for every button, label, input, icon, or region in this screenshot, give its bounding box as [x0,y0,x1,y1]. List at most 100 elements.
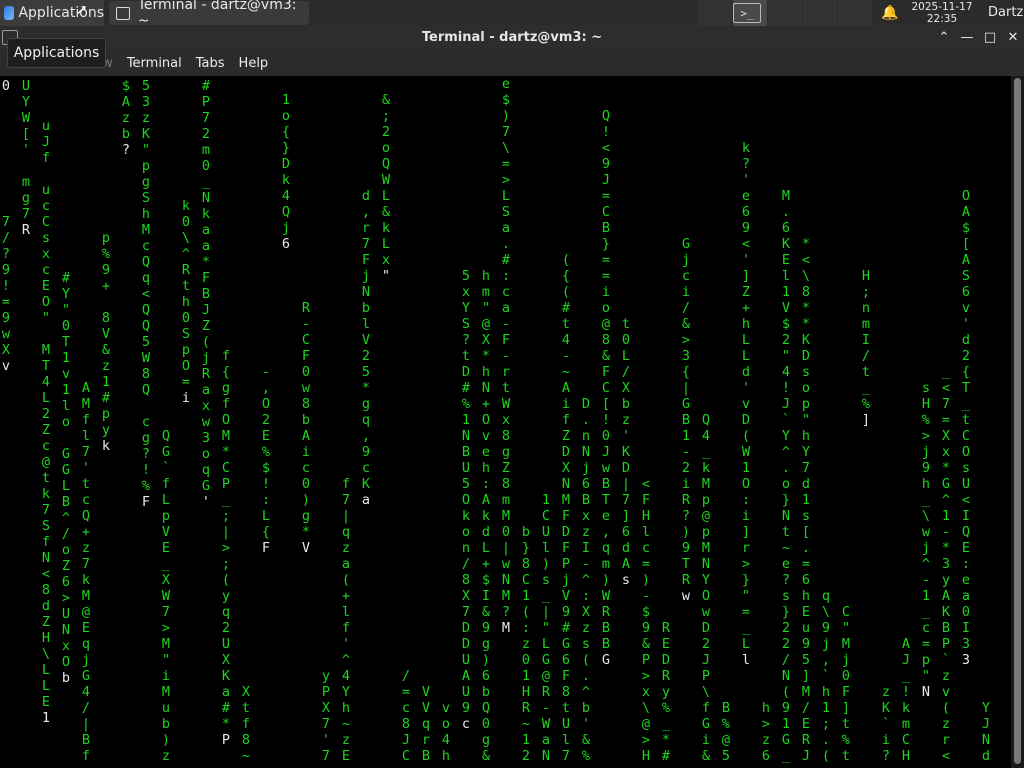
matrix-glyph: L [41,390,51,406]
window-maximize-button[interactable]: □ [981,29,999,47]
matrix-glyph: S [501,204,511,220]
matrix-glyph: 2 [681,460,691,476]
matrix-glyph: u [41,118,51,134]
matrix-glyph: v [61,366,71,382]
window-close-button[interactable]: ✕ [1004,29,1022,47]
matrix-glyph: < [941,380,951,396]
matrix-glyph: t [461,348,471,364]
matrix-glyph: ) [641,572,651,588]
matrix-glyph: W [141,350,151,366]
matrix-glyph: z [341,540,351,556]
matrix-glyph: P [221,476,231,492]
matrix-glyph: I [861,332,871,348]
matrix-glyph: p [701,524,711,540]
matrix-glyph: z [161,748,171,764]
workspace-3[interactable] [768,0,802,26]
matrix-glyph: F [561,668,571,684]
applications-menu-button[interactable]: Applications [0,0,104,26]
user-menu[interactable]: Dartz [988,5,1023,20]
matrix-glyph: ? [881,748,891,764]
matrix-glyph: J [601,444,611,460]
matrix-glyph: Q [601,108,611,124]
matrix-glyph: Y [701,572,711,588]
matrix-glyph: u [801,620,811,636]
menu-terminal[interactable]: Terminal [120,56,189,71]
matrix-glyph: I [961,620,971,636]
matrix-glyph: N [201,190,211,206]
matrix-glyph: B [61,494,71,510]
matrix-glyph: % [661,700,671,716]
matrix-glyph: d [961,332,971,348]
matrix-glyph: h [441,748,451,764]
menu-help[interactable]: Help [232,56,276,71]
matrix-glyph: + [341,588,351,604]
clock[interactable]: 2025-11-17 22:35 [906,0,978,26]
taskbar-terminal-button[interactable]: Terminal - dartz@vm3: ~ [109,0,309,29]
matrix-glyph: 0 [301,364,311,380]
matrix-glyph: e [741,188,751,204]
matrix-glyph: t [81,476,91,492]
matrix-glyph: C [601,204,611,220]
matrix-glyph: r [421,732,431,748]
matrix-glyph: = [601,188,611,204]
matrix-glyph: * [801,316,811,332]
matrix-glyph: > [681,332,691,348]
matrix-glyph: ' [961,316,971,332]
matrix-glyph: x [581,508,591,524]
menu-tabs[interactable]: Tabs [189,56,232,71]
workspace-4[interactable] [803,0,837,26]
window-shade-button[interactable]: ⌃ [935,29,953,47]
matrix-glyph: 6 [961,284,971,300]
matrix-glyph: Z [561,428,571,444]
matrix-glyph: 1 [101,374,111,390]
window-titlebar[interactable]: Terminal - dartz@vm3: ~ ⌃ — □ ✕ [0,26,1024,50]
matrix-glyph: N [781,668,791,684]
matrix-glyph: Q [961,524,971,540]
matrix-glyph: G [541,652,551,668]
matrix-glyph: b [161,716,171,732]
matrix-glyph: B [601,220,611,236]
matrix-glyph: Y [61,286,71,302]
terminal-output[interactable]: 0 U Y W[' m g 7 Ru Jf u c Cs x c E O " M T 4 L 2 Zc @ t k 7 Sf N <8 d Z… [0,76,1011,768]
matrix-glyph: U [21,78,31,94]
scrollbar-thumb[interactable] [1014,78,1021,764]
matrix-glyph: G [941,476,951,492]
workspace-terminal-icon[interactable]: >_ [733,3,761,23]
matrix-glyph: 1 [781,716,791,732]
matrix-glyph: d [481,524,491,540]
window-minimize-button[interactable]: — [958,29,976,47]
matrix-glyph: a [501,300,511,316]
matrix-glyph: h [801,428,811,444]
matrix-glyph: L [161,492,171,508]
terminal-scrollbar[interactable] [1011,76,1024,768]
matrix-glyph: ^ [581,684,591,700]
matrix-glyph: U [541,524,551,540]
matrix-glyph: N [701,556,711,572]
matrix-glyph: } [781,604,791,620]
matrix-glyph: 7 [321,748,331,764]
matrix-glyph: e [601,508,611,524]
matrix-glyph: 9 [781,700,791,716]
matrix-glyph: Q [161,428,171,444]
matrix-glyph: v [1,358,11,374]
matrix-glyph: # [101,390,111,406]
matrix-glyph: p [181,342,191,358]
matrix-glyph: 5 [721,748,731,764]
matrix-glyph: Y [981,700,991,716]
matrix-glyph: B [201,286,211,302]
matrix-glyph: R [661,620,671,636]
matrix-glyph: W [21,110,31,126]
matrix-glyph: f [41,534,51,550]
workspace-1[interactable] [698,0,732,26]
matrix-glyph: A [961,252,971,268]
matrix-glyph: @ [701,508,711,524]
matrix-glyph: Y [461,300,471,316]
matrix-glyph: q [421,716,431,732]
matrix-glyph: f [161,476,171,492]
workspace-5[interactable] [838,0,872,26]
matrix-glyph: V [781,300,791,316]
notification-bell-icon[interactable]: 🔔 [881,5,898,21]
matrix-glyph: x [201,398,211,414]
matrix-glyph: h [761,700,771,716]
matrix-glyph: H [41,630,51,646]
